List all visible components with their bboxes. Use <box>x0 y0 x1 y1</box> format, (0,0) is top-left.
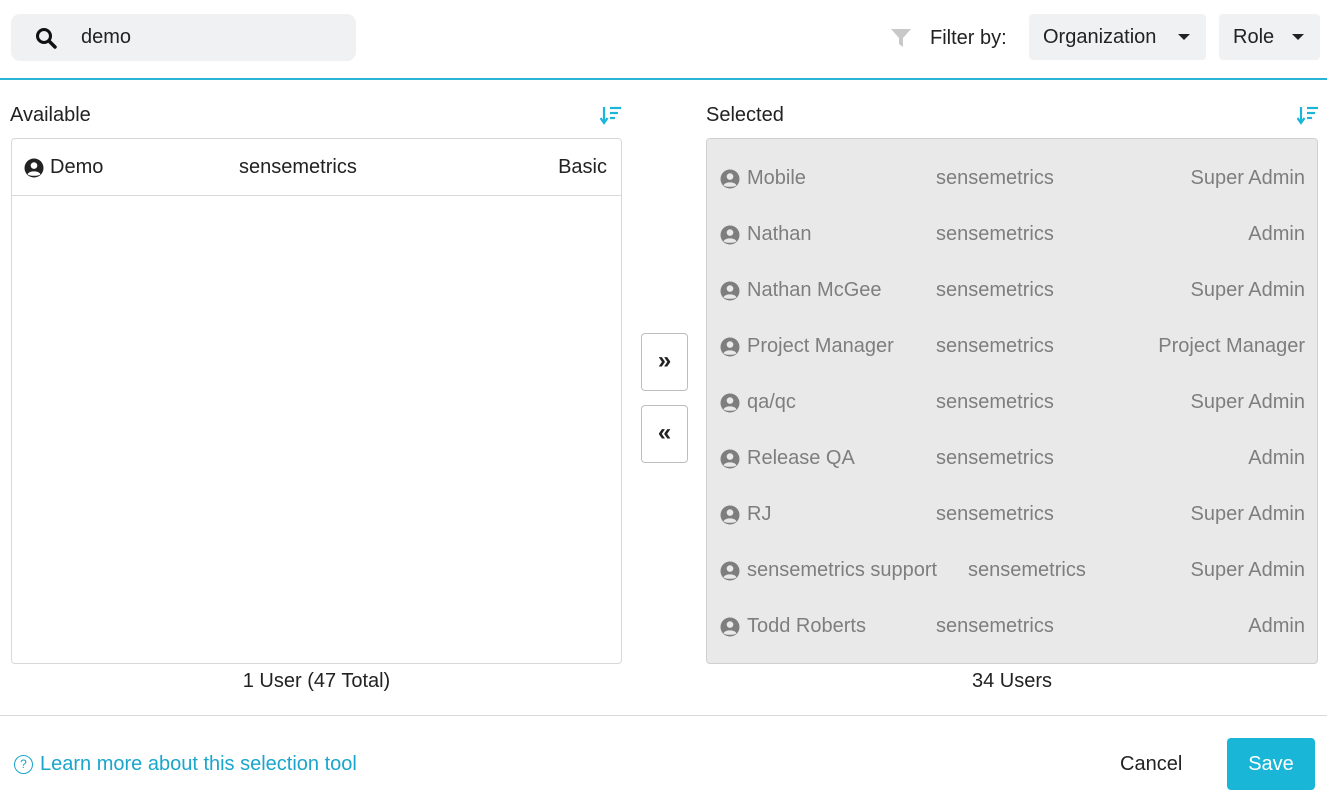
list-item[interactable]: qa/qc sensemetrics Super Admin <box>707 382 1317 438</box>
user-organization: sensemetrics <box>936 503 1054 525</box>
user-circle-icon <box>24 158 44 178</box>
save-button[interactable]: Save <box>1227 738 1315 790</box>
organization-dropdown-label: Organization <box>1043 26 1157 48</box>
user-name: Nathan <box>747 223 812 245</box>
role-dropdown-label: Role <box>1233 26 1275 48</box>
chevron-down-icon <box>1178 34 1190 40</box>
available-title: Available <box>10 104 91 126</box>
sort-icon[interactable] <box>600 104 622 126</box>
available-count: 1 User (47 Total) <box>242 670 391 692</box>
user-name: Mobile <box>747 167 806 189</box>
user-organization: sensemetrics <box>239 156 357 178</box>
user-organization: sensemetrics <box>936 391 1054 413</box>
sort-icon[interactable] <box>1297 104 1319 126</box>
chevron-down-icon <box>1292 34 1304 40</box>
list-item[interactable]: Release QA sensemetrics Admin <box>707 438 1317 494</box>
list-item[interactable]: Demo sensemetrics Basic <box>12 139 621 196</box>
user-circle-icon <box>720 617 740 637</box>
user-organization: sensemetrics <box>936 335 1054 357</box>
user-circle-icon <box>720 393 740 413</box>
search-icon <box>36 28 57 49</box>
list-item[interactable]: sensemetrics support sensemetrics Super … <box>707 550 1317 606</box>
search-box <box>11 14 356 61</box>
list-item[interactable]: Mobile sensemetrics Super Admin <box>707 158 1317 214</box>
footer-divider <box>0 715 1327 716</box>
list-item[interactable]: RJ sensemetrics Super Admin <box>707 494 1317 550</box>
user-organization: sensemetrics <box>936 223 1054 245</box>
user-role: Super Admin <box>1190 503 1305 525</box>
list-item[interactable]: Project Manager sensemetrics Project Man… <box>707 326 1317 382</box>
help-circle-icon: ? <box>14 755 33 774</box>
user-role: Super Admin <box>1190 391 1305 413</box>
user-organization: sensemetrics <box>936 615 1054 637</box>
user-role: Project Manager <box>1158 335 1305 357</box>
user-role: Admin <box>1248 223 1305 245</box>
user-circle-icon <box>720 337 740 357</box>
user-role: Admin <box>1248 447 1305 469</box>
user-circle-icon <box>720 281 740 301</box>
user-name: Project Manager <box>747 335 894 357</box>
user-organization: sensemetrics <box>936 447 1054 469</box>
move-left-button[interactable]: « <box>641 405 688 463</box>
user-name: sensemetrics support <box>747 559 938 581</box>
user-name: Nathan McGee <box>747 279 882 301</box>
move-right-button[interactable]: » <box>641 333 688 391</box>
learn-more-link[interactable]: ? Learn more about this selection tool <box>14 753 357 776</box>
user-name: qa/qc <box>747 391 796 413</box>
search-input[interactable] <box>81 24 341 51</box>
user-circle-icon <box>720 169 740 189</box>
user-role: Super Admin <box>1190 167 1305 189</box>
selected-count: 34 Users <box>971 670 1053 692</box>
cancel-button[interactable]: Cancel <box>1120 753 1182 776</box>
user-role: Super Admin <box>1190 279 1305 301</box>
list-item[interactable]: Nathan McGee sensemetrics Super Admin <box>707 270 1317 326</box>
user-circle-icon <box>720 505 740 525</box>
list-item[interactable]: Nathan sensemetrics Admin <box>707 214 1317 270</box>
user-name: Demo <box>50 156 104 178</box>
user-circle-icon <box>720 225 740 245</box>
available-list[interactable]: Demo sensemetrics Basic <box>11 138 622 664</box>
role-dropdown[interactable]: Role <box>1219 14 1320 60</box>
filter-funnel-icon <box>891 29 911 47</box>
user-name: RJ <box>747 503 772 525</box>
user-name: Todd Roberts <box>747 615 866 637</box>
user-role: Admin <box>1248 615 1305 637</box>
user-circle-icon <box>720 561 740 581</box>
user-name: Release QA <box>747 447 855 469</box>
selected-list[interactable]: Mobile sensemetrics Super Admin Nathan s… <box>706 138 1318 664</box>
learn-more-label: Learn more about this selection tool <box>40 753 357 775</box>
organization-dropdown[interactable]: Organization <box>1029 14 1206 60</box>
user-role: Basic <box>558 156 607 178</box>
user-role: Super Admin <box>1190 559 1305 581</box>
list-item[interactable]: Todd Roberts sensemetrics Admin <box>707 606 1317 662</box>
user-organization: sensemetrics <box>936 279 1054 301</box>
user-organization: sensemetrics <box>936 167 1054 189</box>
toolbar: Filter by: Organization Role <box>0 0 1327 80</box>
user-organization: sensemetrics <box>968 559 1086 581</box>
selected-title: Selected <box>706 104 784 126</box>
filter-by-label: Filter by: <box>930 27 1007 49</box>
user-circle-icon <box>720 449 740 469</box>
